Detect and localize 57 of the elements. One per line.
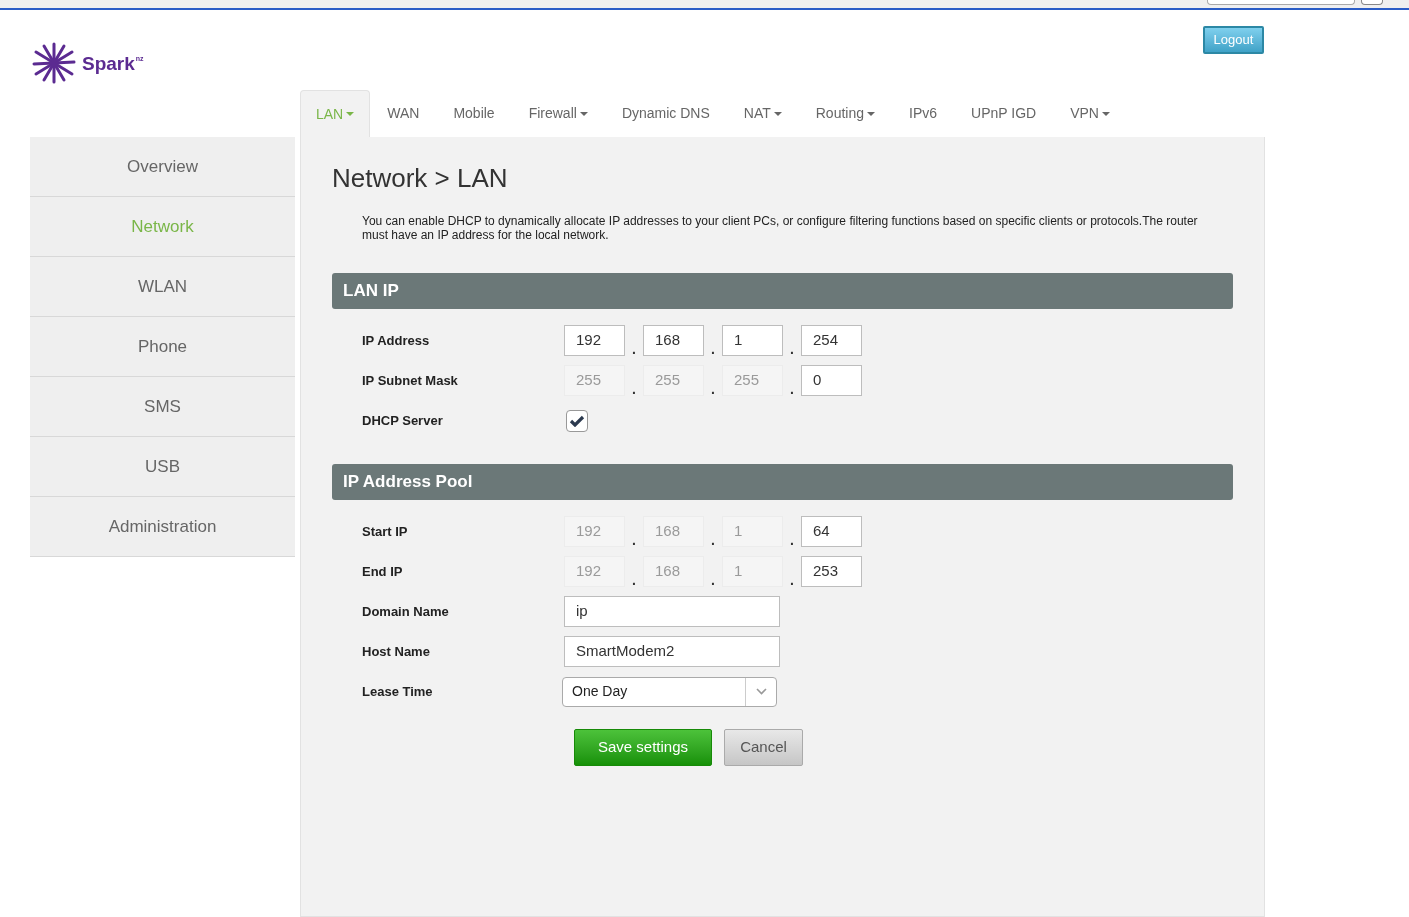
nav-tab[interactable]: WAN — [370, 90, 437, 137]
nav-tab[interactable]: Firewall — [511, 90, 605, 137]
field-label: IP Address — [362, 331, 431, 350]
sidebar-item[interactable]: USB — [30, 437, 295, 497]
sidebar-item[interactable]: SMS — [30, 377, 295, 437]
nav-tab[interactable]: Routing — [798, 90, 892, 137]
field-label: Lease Time — [362, 682, 434, 701]
section-header: LAN IP — [332, 273, 1233, 309]
page-title: Network > LAN — [332, 162, 509, 195]
sidebar-item[interactable]: Administration — [30, 497, 295, 557]
dot-separator: . — [789, 573, 795, 587]
nav-tab[interactable]: UPnP IGD — [954, 90, 1054, 137]
address-field[interactable] — [1207, 0, 1355, 5]
dot-separator: . — [789, 342, 795, 356]
field-label: Domain Name — [362, 602, 450, 621]
sidebar-item[interactable]: WLAN — [30, 257, 295, 317]
field-label: Host Name — [362, 642, 431, 661]
input-field[interactable]: 254 — [801, 325, 862, 356]
input-field[interactable]: 253 — [801, 556, 862, 587]
save-settings-button[interactable]: Save settings — [574, 729, 712, 766]
nav-tab[interactable]: NAT — [726, 90, 799, 137]
dot-separator: . — [710, 533, 716, 547]
starburst-logo-icon — [32, 42, 76, 84]
field-label: DHCP Server — [362, 411, 444, 430]
dot-separator: . — [710, 573, 716, 587]
field-label: IP Subnet Mask — [362, 371, 459, 390]
lease-time-dropdown[interactable]: One Day — [562, 676, 777, 707]
dot-separator: . — [789, 382, 795, 396]
checkmark-icon — [569, 414, 585, 427]
input-field[interactable]: 64 — [801, 516, 862, 547]
field-label: Start IP — [362, 522, 409, 541]
browser-button[interactable] — [1361, 0, 1383, 5]
nav-tab[interactable]: Mobile — [436, 90, 512, 137]
section-header: IP Address Pool — [332, 464, 1233, 500]
dot-separator: . — [631, 382, 637, 396]
sidebar-item[interactable]: Overview — [30, 137, 295, 197]
input-field[interactable]: ip — [564, 596, 780, 627]
dot-separator: . — [631, 533, 637, 547]
nav-tab[interactable]: VPN — [1053, 90, 1127, 137]
input-field[interactable]: 0 — [801, 365, 862, 396]
dot-separator: . — [631, 342, 637, 356]
nav-tab[interactable]: Dynamic DNS — [604, 90, 727, 137]
input-field[interactable]: 168 — [643, 325, 704, 356]
dot-separator: . — [631, 573, 637, 587]
checkbox[interactable] — [566, 409, 588, 432]
cancel-button[interactable]: Cancel — [724, 729, 803, 766]
page-description: You can enable DHCP to dynamically allocate IP addresses to your client PCs, or configure filtering functions based on specific clients or protocols.The router must have an IP address for the local network. — [361, 214, 1199, 242]
field-label: End IP — [362, 562, 404, 581]
input-field[interactable]: 1 — [722, 325, 783, 356]
input-field[interactable]: SmartModem2 — [564, 636, 780, 667]
dot-separator: . — [710, 342, 716, 356]
dot-separator: . — [710, 382, 716, 396]
chevron-down-icon — [755, 688, 767, 695]
nav-tab[interactable]: IPv6 — [892, 90, 955, 137]
sidebar-item[interactable]: Phone — [30, 317, 295, 377]
dot-separator: . — [789, 533, 795, 547]
input-field[interactable]: 192 — [564, 325, 625, 356]
